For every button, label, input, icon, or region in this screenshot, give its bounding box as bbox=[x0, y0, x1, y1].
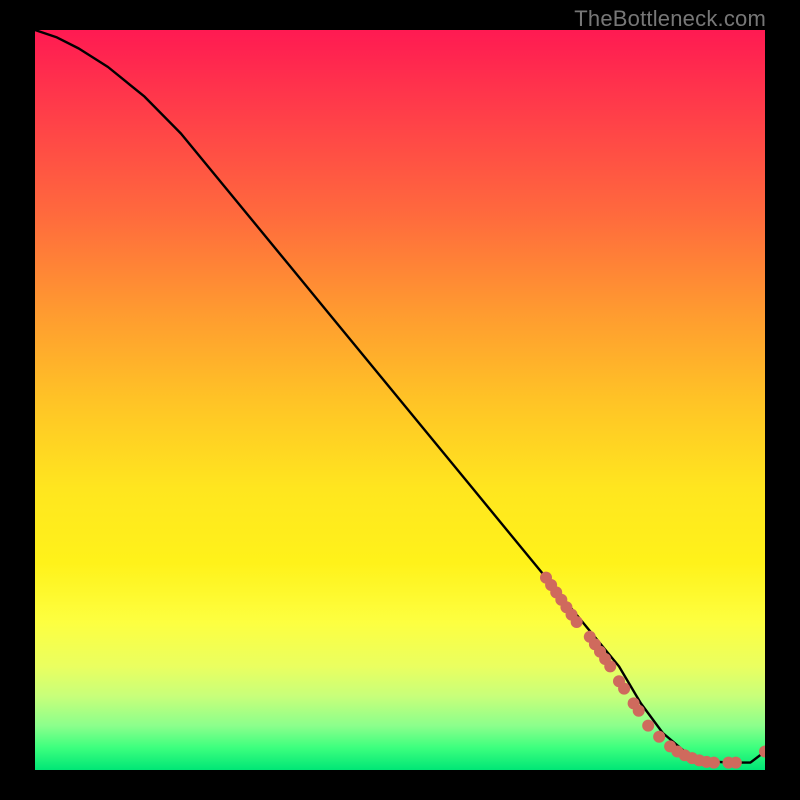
data-markers bbox=[540, 572, 765, 769]
curve-line bbox=[35, 30, 765, 763]
data-marker bbox=[633, 705, 645, 717]
chart-svg bbox=[35, 30, 765, 770]
data-marker bbox=[653, 731, 665, 743]
data-marker bbox=[618, 683, 630, 695]
data-marker bbox=[730, 757, 742, 769]
plot-area bbox=[35, 30, 765, 770]
data-marker bbox=[571, 616, 583, 628]
data-marker bbox=[604, 660, 616, 672]
data-marker bbox=[642, 720, 654, 732]
watermark-text: TheBottleneck.com bbox=[574, 6, 766, 32]
data-marker bbox=[708, 757, 720, 769]
chart-stage: TheBottleneck.com bbox=[0, 0, 800, 800]
